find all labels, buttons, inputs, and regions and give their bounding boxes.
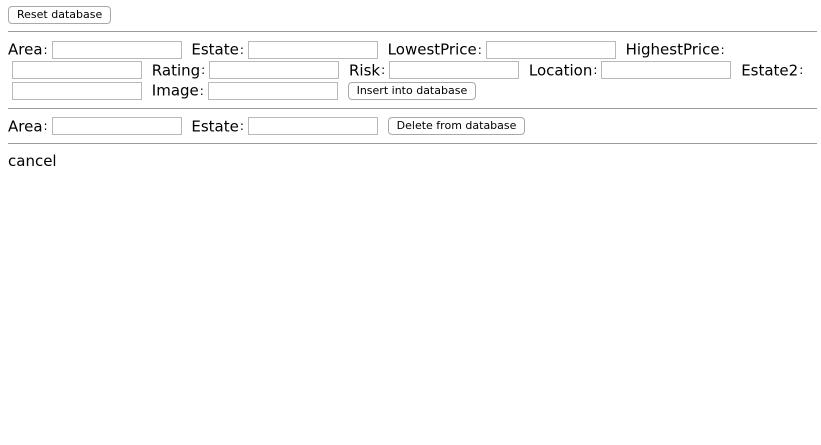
rating-label: Rating — [151, 61, 201, 79]
insert-estate2-input[interactable] — [12, 81, 142, 100]
delete-area-input[interactable] — [51, 117, 182, 135]
rating-colon: : — [201, 63, 206, 77]
insert-area-input[interactable] — [51, 40, 182, 59]
image-colon: : — [199, 83, 204, 98]
highest-price-label: HighestPrice — [625, 40, 720, 59]
delete-from-database-button[interactable]: Delete from database — [387, 117, 526, 135]
field-location: Location: — [529, 61, 741, 79]
divider-top — [8, 31, 817, 32]
delete-field-estate: Estate: — [191, 117, 387, 135]
delete-estate-colon: : — [239, 119, 244, 133]
delete-field-area: Area: — [8, 117, 191, 135]
estate-label: Estate — [191, 40, 239, 59]
delete-estate-input[interactable] — [247, 117, 378, 135]
field-image: Image: — [151, 81, 348, 100]
area-colon: : — [43, 42, 48, 57]
image-label: Image — [151, 81, 199, 100]
page: Reset database Area: Estate: LowestPrice… — [0, 0, 821, 171]
field-rating: Rating: — [152, 61, 349, 79]
field-lowest-price: LowestPrice: — [387, 40, 626, 59]
field-estate: Estate: — [191, 40, 387, 59]
delete-area-label: Area — [8, 117, 43, 135]
estate-colon: : — [239, 42, 244, 57]
delete-form: Area: Estate: Delete from database — [8, 116, 817, 137]
risk-colon: : — [381, 63, 386, 77]
delete-estate-label: Estate — [191, 117, 239, 135]
lowest-price-label: LowestPrice — [387, 40, 477, 59]
delete-area-colon: : — [43, 119, 48, 133]
lowest-price-colon: : — [477, 42, 482, 57]
cancel-text: cancel — [8, 152, 57, 170]
insert-lowest-price-input[interactable] — [485, 40, 616, 59]
insert-form: Area: Estate: LowestPrice: HighestPrice:… — [8, 39, 817, 101]
insert-rating-input[interactable] — [209, 61, 340, 79]
field-risk: Risk: — [349, 61, 529, 79]
insert-highest-price-input[interactable] — [12, 61, 142, 79]
location-colon: : — [593, 63, 598, 77]
estate2-label: Estate2 — [741, 61, 799, 79]
location-label: Location — [528, 61, 593, 79]
field-area: Area: — [8, 40, 191, 59]
reset-row: Reset database — [8, 4, 817, 24]
insert-estate-input[interactable] — [247, 40, 378, 59]
area-label: Area — [8, 40, 43, 59]
insert-risk-input[interactable] — [389, 61, 520, 79]
insert-location-input[interactable] — [601, 61, 732, 79]
insert-image-input[interactable] — [207, 81, 338, 100]
divider-bottom — [8, 143, 817, 144]
highest-price-colon: : — [720, 42, 725, 57]
risk-label: Risk — [348, 61, 381, 79]
reset-database-button[interactable]: Reset database — [8, 6, 112, 24]
estate2-colon: : — [799, 63, 804, 77]
insert-into-database-button[interactable]: Insert into database — [347, 81, 477, 100]
divider-middle — [8, 107, 817, 109]
